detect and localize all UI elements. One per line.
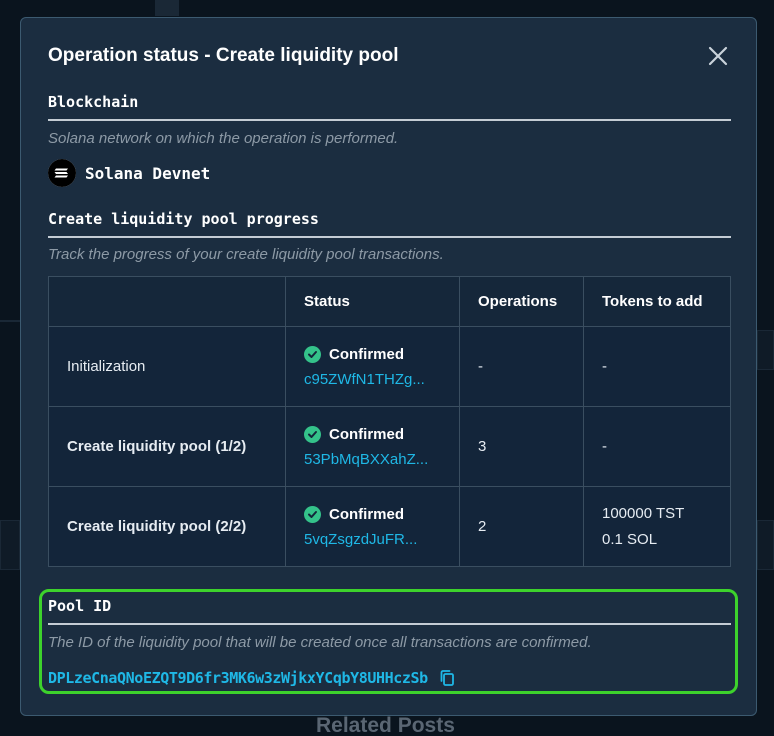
status-confirmed: Confirmed: [304, 345, 441, 363]
close-button[interactable]: [706, 44, 730, 68]
status-confirmed: Confirmed: [304, 425, 441, 443]
check-circle-icon: [304, 345, 321, 363]
status-label: Confirmed: [329, 345, 404, 363]
token-amount: 100000 TST: [602, 504, 685, 522]
transaction-link[interactable]: 5vqZsgzdJuFR...: [304, 531, 441, 548]
backdrop-fragment: [757, 330, 774, 370]
column-header-status: Status: [285, 276, 460, 327]
column-header-operations: Operations: [459, 276, 584, 327]
progress-table: Status Operations Tokens to add Initiali…: [48, 276, 731, 567]
network-name: Solana Devnet: [85, 163, 211, 183]
table-header-row: Status Operations Tokens to add: [48, 276, 731, 327]
table-row: Create liquidity pool (1/2) Confirmed 53…: [48, 406, 731, 487]
table-row: Initialization Confirmed c95ZWfN1THZg...…: [48, 326, 731, 407]
check-circle-icon: [304, 505, 321, 523]
tokens-cell: -: [583, 406, 731, 487]
backdrop-fragment: [757, 520, 774, 570]
step-name: Create liquidity pool (1/2): [48, 406, 286, 487]
blockchain-description: Solana network on which the operation is…: [48, 130, 399, 147]
backdrop-fragment: [0, 520, 20, 570]
operations-cell: 2: [459, 486, 584, 567]
related-posts-heading: Related Posts: [316, 714, 455, 736]
status-cell: Confirmed 53PbMqBXXahZ...: [285, 406, 460, 487]
check-circle-icon: [304, 425, 321, 443]
step-name: Initialization: [48, 326, 286, 407]
status-confirmed: Confirmed: [304, 505, 441, 523]
progress-heading: Create liquidity pool progress: [48, 210, 731, 238]
operations-cell: -: [459, 326, 584, 407]
backdrop-fragment: [155, 0, 179, 16]
blockchain-heading: Blockchain: [48, 93, 731, 121]
solana-logo-icon: [48, 159, 76, 187]
step-name: Create liquidity pool (2/2): [48, 486, 286, 567]
status-label: Confirmed: [329, 505, 404, 523]
token-amount: 0.1 SOL: [602, 530, 658, 548]
transaction-link[interactable]: 53PbMqBXXahZ...: [304, 451, 441, 468]
progress-description: Track the progress of your create liquid…: [48, 246, 444, 263]
status-cell: Confirmed c95ZWfN1THZg...: [285, 326, 460, 407]
pool-id-highlight: [39, 589, 738, 694]
modal-title: Operation status - Create liquidity pool: [48, 45, 399, 66]
tokens-cell: 100000 TST 0.1 SOL: [583, 486, 731, 567]
status-cell: Confirmed 5vqZsgzdJuFR...: [285, 486, 460, 567]
network-info: Solana Devnet: [48, 159, 210, 187]
token-amount: -: [602, 357, 607, 375]
token-amount: -: [602, 437, 607, 455]
backdrop-fragment: [0, 320, 20, 322]
tokens-cell: -: [583, 326, 731, 407]
close-icon: [708, 46, 728, 66]
table-row: Create liquidity pool (2/2) Confirmed 5v…: [48, 486, 731, 567]
transaction-link[interactable]: c95ZWfN1THZg...: [304, 371, 441, 388]
column-header-step: [48, 276, 286, 327]
operations-cell: 3: [459, 406, 584, 487]
column-header-tokens: Tokens to add: [583, 276, 731, 327]
status-label: Confirmed: [329, 425, 404, 443]
